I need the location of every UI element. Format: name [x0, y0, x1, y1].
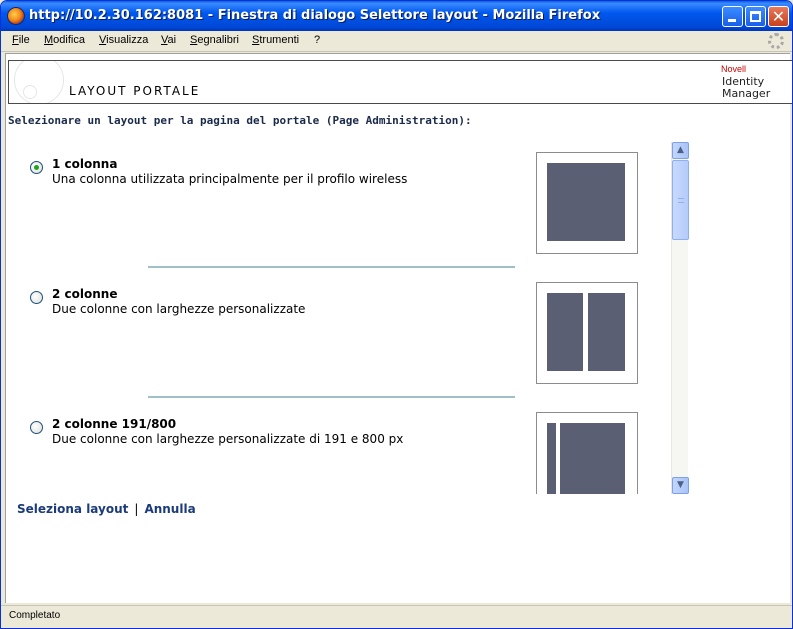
- layout-preview-1-colonna[interactable]: [536, 152, 638, 254]
- preview-column: [547, 293, 583, 371]
- maximize-button[interactable]: [745, 6, 766, 27]
- firefox-icon: [7, 7, 25, 25]
- menu-bar: File Modifica Visualizza Vai Segnalibri …: [1, 31, 792, 52]
- grip-icon: [678, 198, 684, 203]
- status-text: Completato: [9, 610, 61, 621]
- layout-name: 2 colonne: [52, 287, 118, 301]
- action-links: Seleziona layout | Annulla: [17, 502, 196, 516]
- cancel-link[interactable]: Annulla: [144, 502, 195, 516]
- minimize-icon: [728, 19, 736, 22]
- page-content: LAYOUT PORTALE Novell Identity Manager S…: [5, 53, 792, 603]
- preview-column: [588, 293, 625, 371]
- page-title: LAYOUT PORTALE: [69, 84, 201, 98]
- minimize-button[interactable]: [722, 6, 743, 27]
- gear-decoration-small-icon: [23, 85, 37, 99]
- layout-description: Due colonne con larghezze personalizzate…: [52, 432, 404, 446]
- menu-segnalibri[interactable]: Segnalibri: [190, 34, 239, 46]
- preview-column: [560, 423, 625, 494]
- scrollbar-thumb[interactable]: [672, 160, 689, 240]
- gear-decoration-icon: [14, 61, 64, 103]
- novell-logo: Novell: [721, 64, 747, 74]
- layout-preview-2-colonne-191-800[interactable]: [536, 412, 638, 494]
- identity-manager-logo: Identity Manager: [722, 76, 770, 100]
- layout-option-1-colonna[interactable]: 1 colonna Una colonna utilizzata princip…: [6, 152, 656, 282]
- layout-radio-2-colonne[interactable]: [30, 291, 43, 304]
- layout-name: 1 colonna: [52, 157, 118, 171]
- throbber-icon: [768, 33, 784, 49]
- scroll-up-button[interactable]: ▲: [672, 142, 689, 159]
- close-button[interactable]: ✕: [768, 6, 789, 27]
- preview-column: [547, 423, 556, 494]
- layout-option-2-colonne[interactable]: 2 colonne Due colonne con larghezze pers…: [6, 282, 656, 412]
- maximize-icon: [750, 11, 761, 22]
- layout-preview-2-colonne[interactable]: [536, 282, 638, 384]
- chevron-up-icon: ▲: [677, 145, 684, 155]
- scroll-down-button[interactable]: ▼: [672, 477, 689, 494]
- layout-name: 2 colonne 191/800: [52, 417, 177, 431]
- brand-line-2: Manager: [722, 87, 771, 100]
- layout-radio-1-colonna[interactable]: [30, 161, 43, 174]
- vertical-scrollbar[interactable]: ▲ ▼: [671, 142, 689, 494]
- layout-radio-2-colonne-191-800[interactable]: [30, 421, 43, 434]
- close-icon: ✕: [771, 7, 786, 26]
- menu-file[interactable]: File: [12, 34, 30, 46]
- select-layout-link[interactable]: Seleziona layout: [17, 502, 128, 516]
- layout-description: Due colonne con larghezze personalizzate: [52, 302, 306, 316]
- chevron-down-icon: ▼: [677, 480, 684, 490]
- divider: [148, 266, 515, 268]
- layout-option-2-colonne-191-800[interactable]: 2 colonne 191/800 Due colonne con larghe…: [6, 412, 656, 494]
- window-title: http://10.2.30.162:8081 - Finestra di di…: [29, 8, 601, 23]
- divider: [148, 396, 515, 398]
- preview-column: [547, 163, 625, 241]
- menu-vai[interactable]: Vai: [161, 34, 176, 46]
- menu-modifica[interactable]: Modifica: [44, 34, 85, 46]
- status-bar: Completato: [1, 605, 792, 628]
- action-separator: |: [134, 502, 139, 516]
- title-bar[interactable]: http://10.2.30.162:8081 - Finestra di di…: [1, 1, 792, 31]
- browser-window: http://10.2.30.162:8081 - Finestra di di…: [0, 0, 793, 629]
- instruction-text: Selezionare un layout per la pagina del …: [8, 114, 472, 127]
- layout-list[interactable]: 1 colonna Una colonna utilizzata princip…: [6, 142, 689, 494]
- menu-strumenti[interactable]: Strumenti: [252, 34, 299, 46]
- portal-header: LAYOUT PORTALE Novell Identity Manager: [8, 60, 792, 104]
- layout-description: Una colonna utilizzata principalmente pe…: [52, 172, 408, 186]
- menu-visualizza[interactable]: Visualizza: [99, 34, 148, 46]
- menu-help[interactable]: ?: [314, 34, 320, 46]
